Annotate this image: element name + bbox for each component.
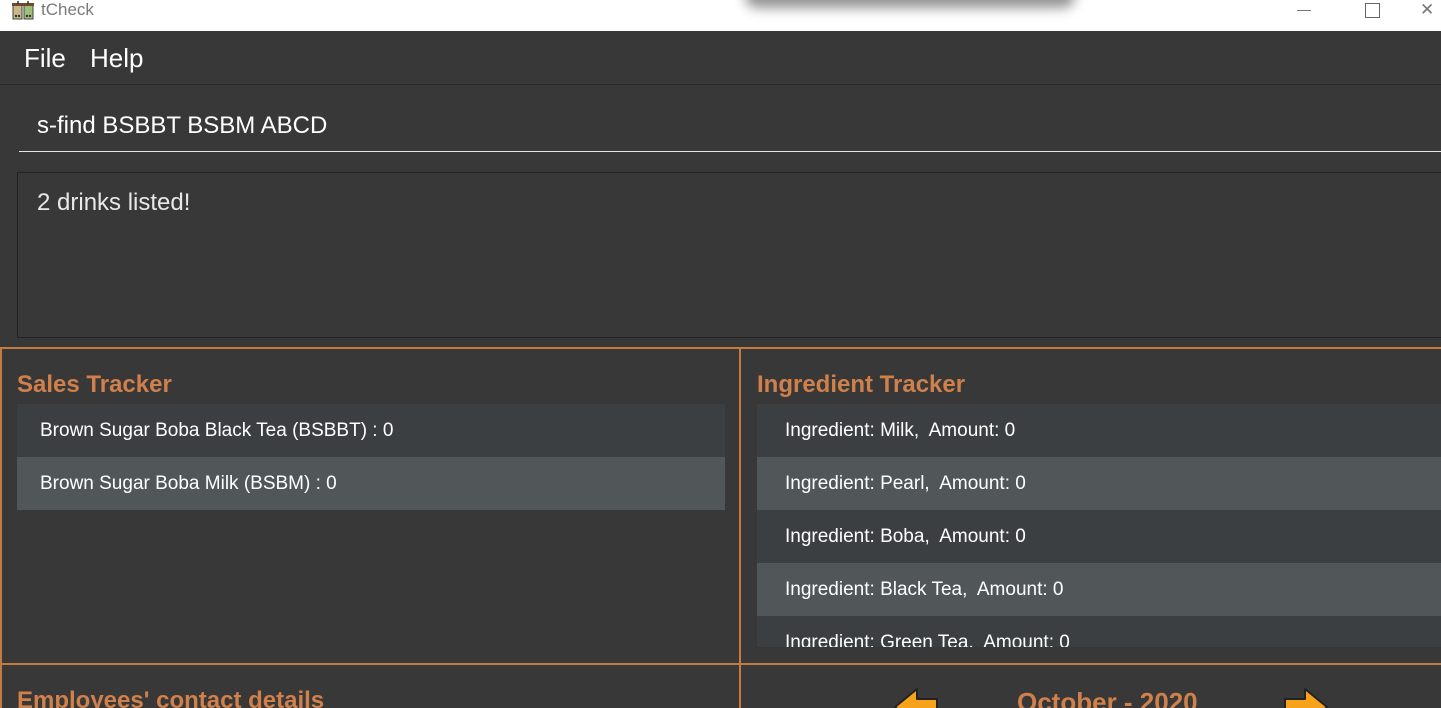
ingredient-list-item[interactable]: Ingredient: Black Tea, Amount: 0 bbox=[757, 563, 1441, 616]
sales-tracker-panel: Sales Tracker Brown Sugar Boba Black Tea… bbox=[0, 347, 741, 665]
next-month-arrow-icon[interactable] bbox=[1281, 685, 1329, 708]
menu-file[interactable]: File bbox=[24, 43, 66, 73]
ingredient-list-item[interactable]: Ingredient: Green Tea, Amount: 0 bbox=[757, 616, 1441, 647]
menu-bar: File Help bbox=[0, 31, 1441, 85]
ingredient-list-item[interactable]: Ingredient: Boba, Amount: 0 bbox=[757, 510, 1441, 563]
ingredient-list-item[interactable]: Ingredient: Milk, Amount: 0 bbox=[757, 404, 1441, 457]
close-button[interactable]: ✕ bbox=[1420, 0, 1441, 20]
ingredient-tracker-title: Ingredient Tracker bbox=[757, 371, 966, 398]
sales-list-item[interactable]: Brown Sugar Boba Milk (BSBM) : 0 bbox=[17, 457, 725, 510]
window-title: tCheck bbox=[41, 0, 94, 19]
sales-list-item[interactable]: Brown Sugar Boba Black Tea (BSBBT) : 0 bbox=[17, 404, 725, 457]
title-bar: tCheck ✕ bbox=[0, 0, 1441, 31]
app-root: File Help 2 drinks listed! Sales Tracker… bbox=[0, 31, 1441, 708]
result-display[interactable]: 2 drinks listed! bbox=[17, 172, 1441, 338]
employees-panel: Employees' contact details bbox=[0, 663, 741, 708]
close-icon: ✕ bbox=[1420, 0, 1435, 19]
command-input[interactable] bbox=[37, 110, 1417, 142]
sales-tracker-title: Sales Tracker bbox=[17, 371, 172, 398]
app-icon bbox=[12, 1, 34, 20]
result-message: 2 drinks listed! bbox=[37, 189, 191, 216]
command-box bbox=[19, 100, 1441, 152]
ingredient-tracker-panel: Ingredient Tracker Ingredient: Milk, Amo… bbox=[739, 347, 1441, 665]
floating-window-shadow bbox=[745, 0, 1075, 8]
maximize-button[interactable] bbox=[1352, 0, 1392, 20]
maximize-icon bbox=[1364, 2, 1380, 18]
minimize-icon bbox=[1297, 9, 1311, 11]
ingredient-list-item[interactable]: Ingredient: Pearl, Amount: 0 bbox=[757, 457, 1441, 510]
menu-help[interactable]: Help bbox=[90, 43, 143, 73]
ingredient-list[interactable]: Ingredient: Milk, Amount: 0 Ingredient: … bbox=[757, 404, 1441, 647]
calendar-panel: October - 2020 bbox=[739, 663, 1441, 708]
calendar-month-label: October - 2020 bbox=[1017, 687, 1198, 708]
prev-month-arrow-icon[interactable] bbox=[893, 685, 941, 708]
sales-list[interactable]: Brown Sugar Boba Black Tea (BSBBT) : 0 B… bbox=[17, 404, 725, 510]
employees-title: Employees' contact details bbox=[17, 687, 325, 708]
minimize-button[interactable] bbox=[1284, 0, 1324, 20]
